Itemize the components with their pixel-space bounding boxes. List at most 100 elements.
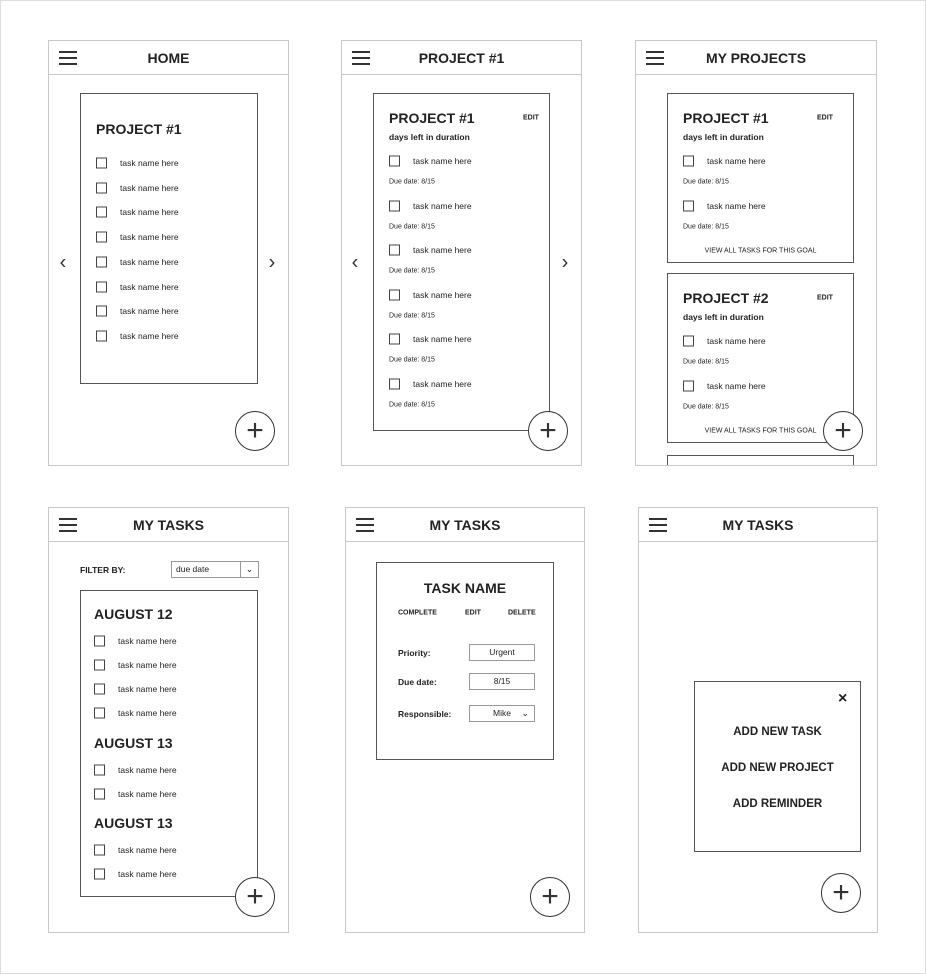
task-checkbox[interactable] bbox=[96, 281, 107, 292]
task-checkbox[interactable] bbox=[94, 868, 105, 880]
task-checkbox[interactable] bbox=[94, 788, 105, 800]
task-checkbox[interactable] bbox=[683, 335, 694, 347]
task-name: task name here bbox=[118, 869, 177, 879]
task-name: task name here bbox=[120, 306, 179, 317]
task-checkbox[interactable] bbox=[96, 206, 107, 218]
view-all-link[interactable]: VIEW ALL TASKS FOR THIS GOAL bbox=[668, 248, 853, 255]
screen-title: MY PROJECTS bbox=[705, 50, 807, 66]
screen-3: MY PROJECTS PROJECT #1 EDIT days left in du… bbox=[635, 40, 877, 466]
screen-1: HOME PROJECT #1 task name here task name he… bbox=[48, 40, 289, 466]
task-checkbox[interactable] bbox=[683, 155, 694, 167]
add-button[interactable]: + bbox=[823, 411, 863, 451]
task-checkbox[interactable] bbox=[96, 256, 107, 268]
task-checkbox[interactable] bbox=[389, 200, 400, 212]
field-value: Urgent bbox=[489, 647, 515, 657]
chevron-right-icon[interactable]: › bbox=[562, 252, 569, 275]
add-button[interactable]: + bbox=[235, 877, 275, 917]
chevron-down-icon: ⌄ bbox=[521, 708, 529, 718]
screen-2: PROJECT #1 PROJECT #1 EDIT days left in dur… bbox=[341, 40, 582, 466]
project-card: PROJECT #1 EDIT days left in duration task … bbox=[667, 93, 854, 263]
chevron-right-icon[interactable]: › bbox=[269, 252, 276, 275]
task-list-card: AUGUST 12 task name here task name here tas… bbox=[80, 590, 258, 897]
task-name: task name here bbox=[413, 245, 472, 256]
task-checkbox[interactable] bbox=[389, 244, 400, 256]
task-name: task name here bbox=[118, 684, 177, 694]
add-button[interactable]: + bbox=[821, 873, 861, 913]
project-title: PROJECT #1 bbox=[683, 110, 769, 126]
due-date: Due date: 8/15 bbox=[683, 223, 729, 231]
task-name: task name here bbox=[120, 256, 179, 267]
task-detail-card: TASK NAME COMPLETE EDIT DELETE Priority: Urge… bbox=[376, 562, 554, 760]
edit-button[interactable]: EDIT bbox=[817, 295, 833, 302]
field-label: Due date: bbox=[398, 677, 437, 687]
chevron-left-icon[interactable]: ‹ bbox=[60, 252, 67, 275]
menu-item[interactable]: ADD NEW TASK bbox=[695, 726, 860, 738]
header: MY TASKS bbox=[346, 508, 584, 542]
task-name: task name here bbox=[118, 845, 177, 855]
add-button[interactable]: + bbox=[528, 411, 568, 451]
edit-button[interactable]: EDIT bbox=[523, 115, 539, 122]
due-date: Due date: 8/15 bbox=[389, 178, 435, 186]
task-checkbox[interactable] bbox=[683, 380, 694, 392]
project-card: PROJECT #1 EDIT days left in duration task … bbox=[373, 93, 550, 431]
task-checkbox[interactable] bbox=[389, 289, 400, 301]
date-heading: AUGUST 13 bbox=[94, 735, 173, 751]
field-label: Responsible: bbox=[398, 709, 452, 719]
task-name: task name here bbox=[413, 200, 472, 211]
responsible-select[interactable]: Mike ⌄ bbox=[469, 705, 535, 722]
menu-item[interactable]: ADD REMINDER bbox=[695, 798, 860, 810]
task-checkbox[interactable] bbox=[94, 659, 105, 671]
project-card-partial bbox=[667, 455, 854, 465]
task-name: task name here bbox=[413, 289, 472, 300]
task-checkbox[interactable] bbox=[389, 155, 400, 167]
filter-label: FILTER BY: bbox=[80, 565, 126, 575]
add-button[interactable]: + bbox=[530, 877, 570, 917]
task-name: task name here bbox=[413, 379, 472, 389]
task-checkbox[interactable] bbox=[96, 231, 107, 243]
screen-title: PROJECT #1 bbox=[418, 50, 505, 66]
task-checkbox[interactable] bbox=[94, 844, 105, 856]
due-date: Due date: 8/15 bbox=[389, 223, 435, 231]
project-title: PROJECT #1 bbox=[389, 110, 475, 126]
task-checkbox[interactable] bbox=[96, 157, 107, 169]
task-name: task name here bbox=[707, 156, 766, 166]
task-checkbox[interactable] bbox=[389, 378, 400, 390]
due-date: Due date: 8/15 bbox=[683, 358, 729, 366]
task-checkbox[interactable] bbox=[96, 305, 107, 317]
menu-item[interactable]: ADD NEW PROJECT bbox=[695, 762, 860, 774]
task-checkbox[interactable] bbox=[683, 200, 694, 212]
header: MY PROJECTS bbox=[636, 41, 876, 75]
action-delete[interactable]: DELETE bbox=[508, 610, 536, 617]
task-checkbox[interactable] bbox=[94, 635, 105, 647]
action-complete[interactable]: COMPLETE bbox=[398, 610, 437, 617]
field-label: Priority: bbox=[398, 648, 431, 658]
duration-text: days left in duration bbox=[389, 132, 470, 142]
task-checkbox[interactable] bbox=[96, 182, 107, 194]
chevron-down-icon: ⌄ bbox=[240, 562, 258, 577]
due-date: Due date: 8/15 bbox=[389, 401, 435, 409]
action-edit[interactable]: EDIT bbox=[465, 610, 481, 617]
field-input[interactable]: 8/15 bbox=[469, 673, 535, 690]
task-name: task name here bbox=[118, 708, 177, 718]
task-checkbox[interactable] bbox=[94, 707, 105, 719]
due-date: Due date: 8/15 bbox=[389, 267, 435, 275]
task-checkbox[interactable] bbox=[94, 683, 105, 695]
chevron-left-icon[interactable]: ‹ bbox=[352, 252, 359, 275]
screen-title: MY TASKS bbox=[132, 517, 205, 533]
header: MY TASKS bbox=[639, 508, 877, 542]
screen-6: MY TASKS × ADD NEW TASK ADD NEW PROJECT ADD … bbox=[638, 507, 878, 933]
field-input[interactable]: Urgent bbox=[469, 644, 535, 661]
screen-title: MY TASKS bbox=[722, 517, 794, 533]
header: PROJECT #1 bbox=[342, 41, 581, 75]
filter-select[interactable]: due date ⌄ bbox=[171, 561, 259, 578]
due-date: Due date: 8/15 bbox=[389, 356, 435, 364]
task-checkbox[interactable] bbox=[94, 764, 105, 776]
task-name: task name here bbox=[413, 334, 472, 345]
edit-button[interactable]: EDIT bbox=[817, 115, 833, 122]
close-icon[interactable]: × bbox=[838, 690, 847, 708]
task-checkbox[interactable] bbox=[96, 330, 107, 342]
task-checkbox[interactable] bbox=[389, 333, 400, 345]
project-title: PROJECT #2 bbox=[683, 290, 769, 306]
add-button[interactable]: + bbox=[235, 411, 275, 451]
project-title: PROJECT #1 bbox=[96, 121, 182, 137]
